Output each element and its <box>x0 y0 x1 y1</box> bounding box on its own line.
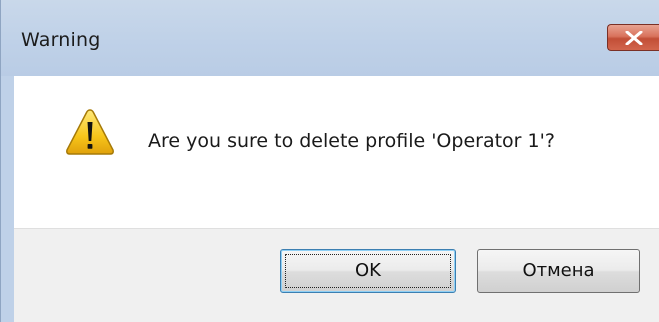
warning-dialog: Warning Are you sure to delete profile '… <box>0 0 659 322</box>
close-button[interactable] <box>607 24 659 51</box>
dialog-message: Are you sure to delete profile 'Operator… <box>148 130 555 152</box>
dialog-title: Warning <box>21 29 101 51</box>
warning-triangle-icon <box>66 109 114 155</box>
dialog-content: Are you sure to delete profile 'Operator… <box>14 76 659 252</box>
dialog-titlebar[interactable]: Warning <box>0 0 659 76</box>
window-frame-left <box>0 76 15 322</box>
cancel-button[interactable]: Отмена <box>477 249 640 293</box>
close-icon <box>625 31 643 45</box>
dialog-button-bar: OK Отмена <box>14 228 659 322</box>
ok-button-label: OK <box>355 260 381 281</box>
ok-button[interactable]: OK <box>280 249 456 293</box>
cancel-button-label: Отмена <box>522 260 595 281</box>
